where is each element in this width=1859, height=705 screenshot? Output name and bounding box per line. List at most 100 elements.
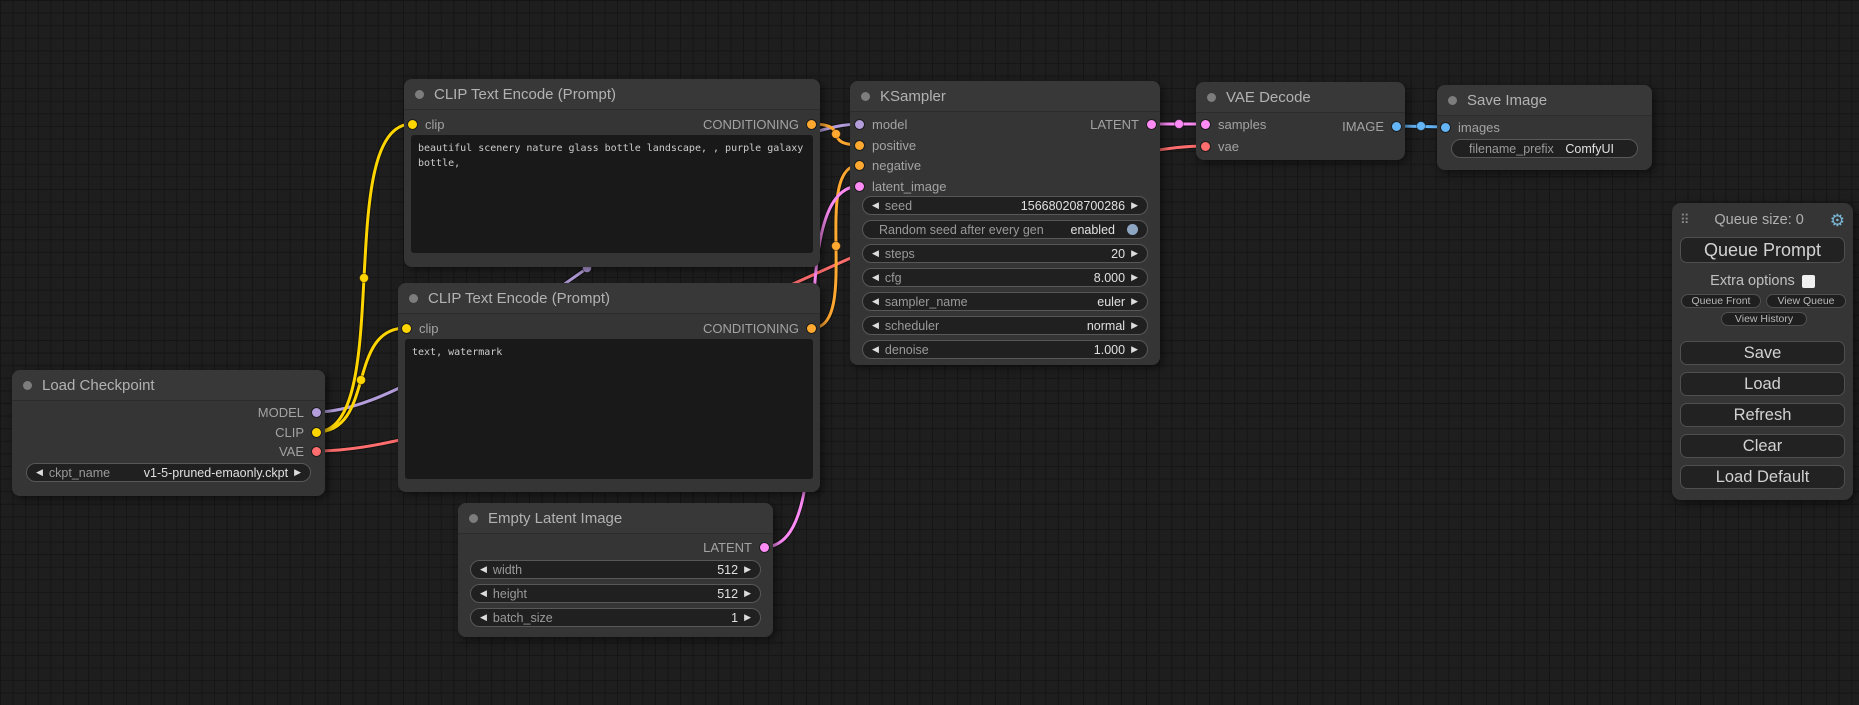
- input-port-vae[interactable]: [1201, 142, 1210, 151]
- save-button[interactable]: Save: [1680, 341, 1845, 365]
- queue-front-button[interactable]: Queue Front: [1681, 294, 1761, 308]
- load-default-button[interactable]: Load Default: [1680, 465, 1845, 489]
- widget-value: ComfyUI: [1565, 142, 1628, 156]
- sampler-name-widget[interactable]: ◀ sampler_name euler ▶: [862, 292, 1148, 311]
- increment-arrow-icon[interactable]: ▶: [1131, 201, 1138, 210]
- increment-arrow-icon[interactable]: ▶: [744, 565, 751, 574]
- node-load-checkpoint[interactable]: Load Checkpoint MODEL CLIP VAE ◀ ckpt_na…: [12, 370, 325, 496]
- increment-arrow-icon[interactable]: ▶: [1131, 321, 1138, 330]
- comfyui-canvas[interactable]: Load Checkpoint MODEL CLIP VAE ◀ ckpt_na…: [0, 0, 1859, 705]
- node-title-bar[interactable]: KSampler: [850, 81, 1160, 112]
- decrement-arrow-icon[interactable]: ◀: [872, 345, 879, 354]
- node-title: Empty Latent Image: [488, 510, 622, 527]
- ckpt-name-widget[interactable]: ◀ ckpt_name v1-5-pruned-emaonly.ckpt ▶: [26, 463, 311, 482]
- node-title-bar[interactable]: Save Image: [1437, 85, 1652, 116]
- output-label: LATENT: [703, 540, 752, 555]
- decrement-arrow-icon[interactable]: ◀: [36, 468, 43, 477]
- increment-arrow-icon[interactable]: ▶: [1131, 273, 1138, 282]
- output-port-vae[interactable]: [312, 447, 321, 456]
- batch-size-widget[interactable]: ◀ batch_size 1 ▶: [470, 608, 761, 627]
- collapse-dot-icon[interactable]: [415, 90, 424, 99]
- collapse-dot-icon[interactable]: [861, 92, 870, 101]
- decrement-arrow-icon[interactable]: ◀: [480, 589, 487, 598]
- increment-arrow-icon[interactable]: ▶: [1131, 297, 1138, 306]
- output-port-latent[interactable]: [760, 543, 769, 552]
- decrement-arrow-icon[interactable]: ◀: [872, 297, 879, 306]
- output-label: VAE: [279, 444, 304, 459]
- output-port-clip[interactable]: [312, 428, 321, 437]
- input-label: vae: [1218, 139, 1239, 154]
- output-port-image[interactable]: [1392, 122, 1401, 131]
- widget-name: batch_size: [493, 611, 553, 625]
- node-title-bar[interactable]: VAE Decode: [1196, 82, 1405, 113]
- widget-name: height: [493, 587, 527, 601]
- collapse-dot-icon[interactable]: [469, 514, 478, 523]
- input-label: images: [1458, 120, 1500, 135]
- increment-arrow-icon[interactable]: ▶: [744, 589, 751, 598]
- prompt-textarea[interactable]: text, watermark: [405, 339, 813, 479]
- output-port-model[interactable]: [312, 408, 321, 417]
- collapse-dot-icon[interactable]: [23, 381, 32, 390]
- scheduler-widget[interactable]: ◀ scheduler normal ▶: [862, 316, 1148, 335]
- output-port-conditioning[interactable]: [807, 120, 816, 129]
- input-label: model: [872, 117, 907, 132]
- seed-widget[interactable]: ◀ seed 156680208700286 ▶: [862, 196, 1148, 215]
- node-clip-text-encode-positive[interactable]: CLIP Text Encode (Prompt) clip CONDITION…: [404, 79, 820, 267]
- increment-arrow-icon[interactable]: ▶: [1131, 249, 1138, 258]
- input-port-latent-image[interactable]: [855, 182, 864, 191]
- node-title: CLIP Text Encode (Prompt): [434, 86, 616, 103]
- node-save-image[interactable]: Save Image images filename_prefix ComfyU…: [1437, 85, 1652, 170]
- settings-gear-icon[interactable]: ⚙: [1830, 212, 1845, 229]
- extra-options-checkbox[interactable]: [1802, 275, 1815, 288]
- node-title-bar[interactable]: CLIP Text Encode (Prompt): [404, 79, 820, 110]
- view-history-button[interactable]: View History: [1721, 312, 1807, 326]
- input-port-model[interactable]: [855, 120, 864, 129]
- increment-arrow-icon[interactable]: ▶: [744, 613, 751, 622]
- node-title-bar[interactable]: Load Checkpoint: [12, 370, 325, 401]
- node-title-bar[interactable]: CLIP Text Encode (Prompt): [398, 283, 820, 314]
- collapse-dot-icon[interactable]: [409, 294, 418, 303]
- increment-arrow-icon[interactable]: ▶: [294, 468, 301, 477]
- decrement-arrow-icon[interactable]: ◀: [480, 565, 487, 574]
- node-vae-decode[interactable]: VAE Decode samples IMAGE vae: [1196, 82, 1405, 160]
- input-port-samples[interactable]: [1201, 120, 1210, 129]
- increment-arrow-icon[interactable]: ▶: [1131, 345, 1138, 354]
- node-ksampler[interactable]: KSampler model LATENT positive negative …: [850, 81, 1160, 365]
- input-label: samples: [1218, 117, 1266, 132]
- load-button[interactable]: Load: [1680, 372, 1845, 396]
- decrement-arrow-icon[interactable]: ◀: [872, 321, 879, 330]
- node-clip-text-encode-negative[interactable]: CLIP Text Encode (Prompt) clip CONDITION…: [398, 283, 820, 492]
- steps-widget[interactable]: ◀ steps 20 ▶: [862, 244, 1148, 263]
- view-queue-button[interactable]: View Queue: [1766, 294, 1846, 308]
- input-label: positive: [872, 138, 916, 153]
- node-title-bar[interactable]: Empty Latent Image: [458, 503, 773, 534]
- node-empty-latent-image[interactable]: Empty Latent Image LATENT ◀ width 512 ▶ …: [458, 503, 773, 637]
- input-port-clip[interactable]: [402, 324, 411, 333]
- input-port-negative[interactable]: [855, 161, 864, 170]
- toggle-enabled-icon[interactable]: [1127, 224, 1138, 235]
- collapse-dot-icon[interactable]: [1207, 93, 1216, 102]
- input-port-clip[interactable]: [408, 120, 417, 129]
- cfg-widget[interactable]: ◀ cfg 8.000 ▶: [862, 268, 1148, 287]
- queue-prompt-button[interactable]: Queue Prompt: [1680, 237, 1845, 263]
- link-midpoint-dot: [1417, 122, 1426, 131]
- denoise-widget[interactable]: ◀ denoise 1.000 ▶: [862, 340, 1148, 359]
- clear-button[interactable]: Clear: [1680, 434, 1845, 458]
- input-port-images[interactable]: [1441, 123, 1450, 132]
- random-seed-widget[interactable]: Random seed after every gen enabled: [862, 220, 1148, 239]
- refresh-button[interactable]: Refresh: [1680, 403, 1845, 427]
- width-widget[interactable]: ◀ width 512 ▶: [470, 560, 761, 579]
- prompt-textarea[interactable]: beautiful scenery nature glass bottle la…: [411, 135, 813, 253]
- output-port-conditioning[interactable]: [807, 324, 816, 333]
- drag-handle-icon[interactable]: ⠿: [1680, 212, 1689, 228]
- height-widget[interactable]: ◀ height 512 ▶: [470, 584, 761, 603]
- filename-prefix-widget[interactable]: filename_prefix ComfyUI: [1451, 139, 1638, 158]
- decrement-arrow-icon[interactable]: ◀: [872, 201, 879, 210]
- node-title: KSampler: [880, 88, 946, 105]
- decrement-arrow-icon[interactable]: ◀: [480, 613, 487, 622]
- output-port-latent[interactable]: [1147, 120, 1156, 129]
- collapse-dot-icon[interactable]: [1448, 96, 1457, 105]
- decrement-arrow-icon[interactable]: ◀: [872, 273, 879, 282]
- input-port-positive[interactable]: [855, 141, 864, 150]
- decrement-arrow-icon[interactable]: ◀: [872, 249, 879, 258]
